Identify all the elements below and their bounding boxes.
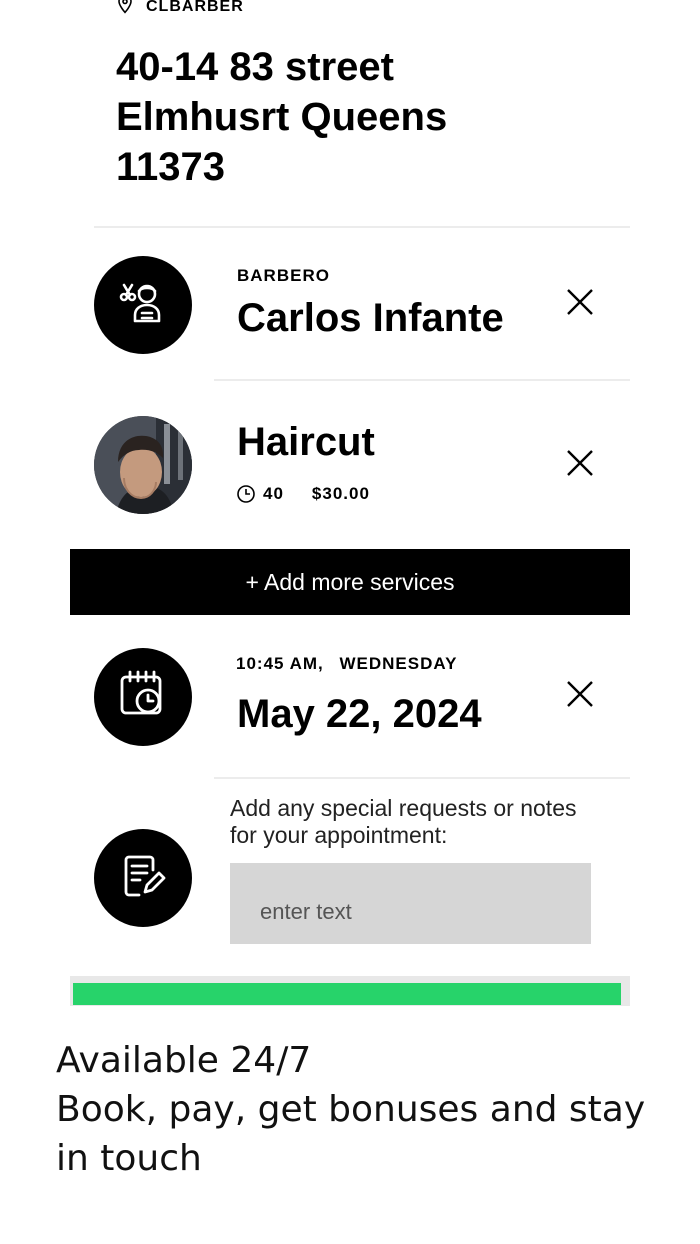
- divider: [94, 226, 630, 228]
- remove-appointment-button[interactable]: [562, 678, 598, 714]
- appointment-weekday: WEDNESDAY: [339, 654, 458, 673]
- appointment-icon-circle: [94, 648, 192, 746]
- footer-text: Available 24/7 Book, pay, get bonuses an…: [56, 1036, 676, 1183]
- add-more-services-button[interactable]: + Add more services: [70, 549, 630, 615]
- address-line: Elmhusrt Queens: [116, 95, 448, 139]
- calendar-clock-icon: [116, 668, 170, 727]
- client-haircut-photo: [94, 416, 192, 514]
- shop-name: CLBARBER: [146, 0, 244, 15]
- divider: [214, 777, 630, 779]
- barber-name: Carlos Infante: [237, 296, 504, 340]
- clock-icon: [236, 484, 256, 504]
- close-icon: [565, 448, 595, 483]
- remove-barber-button[interactable]: [562, 286, 598, 322]
- progress-fill: [73, 983, 621, 1005]
- notes-label: Add any special requests or notes for yo…: [230, 795, 577, 848]
- service-photo: [94, 416, 192, 514]
- barber-role-label: BARBERO: [237, 266, 330, 285]
- notes-icon-circle: [94, 829, 192, 927]
- booking-progress-bar: [70, 976, 630, 1006]
- shop-header: CLBARBER: [116, 0, 244, 19]
- address-line: 11373: [116, 145, 226, 189]
- barber-icon: [117, 277, 169, 334]
- service-duration: 40: [263, 484, 284, 503]
- close-icon: [565, 287, 595, 322]
- availability-text: Available 24/7: [56, 1040, 312, 1081]
- appointment-time-row: 10:45 AM, WEDNESDAY: [236, 654, 457, 674]
- appointment-time: 10:45 AM,: [236, 654, 324, 673]
- service-name: Haircut: [237, 420, 375, 464]
- remove-service-button[interactable]: [562, 447, 598, 483]
- address-line: 40-14 83 street: [116, 45, 394, 89]
- location-pin-icon: [116, 0, 134, 19]
- service-meta: 40 $30.00: [236, 484, 370, 504]
- features-text: Book, pay, get bonuses and stay in touch: [56, 1089, 646, 1179]
- notes-input[interactable]: [230, 863, 591, 944]
- service-price: $30.00: [311, 484, 370, 503]
- close-icon: [565, 679, 595, 714]
- notes-edit-icon: [119, 852, 167, 905]
- appointment-date: May 22, 2024: [237, 692, 482, 736]
- barber-avatar: [94, 256, 192, 354]
- shop-address: 40-14 83 street Elmhusrt Queens 11373: [116, 42, 536, 192]
- divider: [214, 379, 630, 381]
